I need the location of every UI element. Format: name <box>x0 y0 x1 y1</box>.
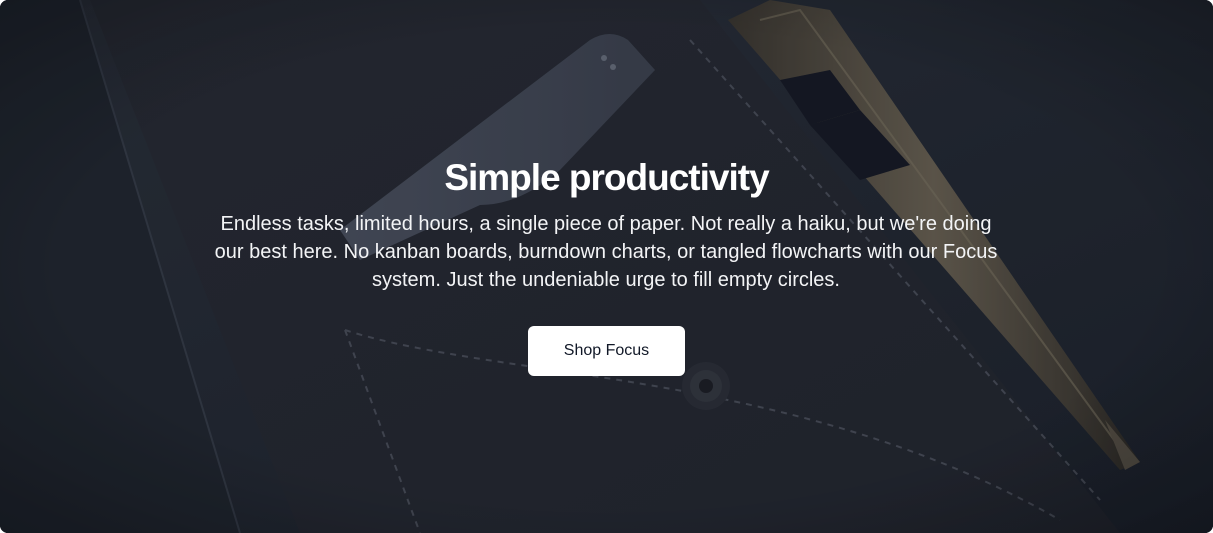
hero-title: Simple productivity <box>444 157 769 198</box>
hero-description: Endless tasks, limited hours, a single p… <box>214 213 998 291</box>
hero-section: Simple productivity Endless tasks, limit… <box>0 0 1213 533</box>
hero-content: Simple productivity Endless tasks, limit… <box>0 0 1213 533</box>
shop-focus-button[interactable]: Shop Focus <box>528 326 685 376</box>
